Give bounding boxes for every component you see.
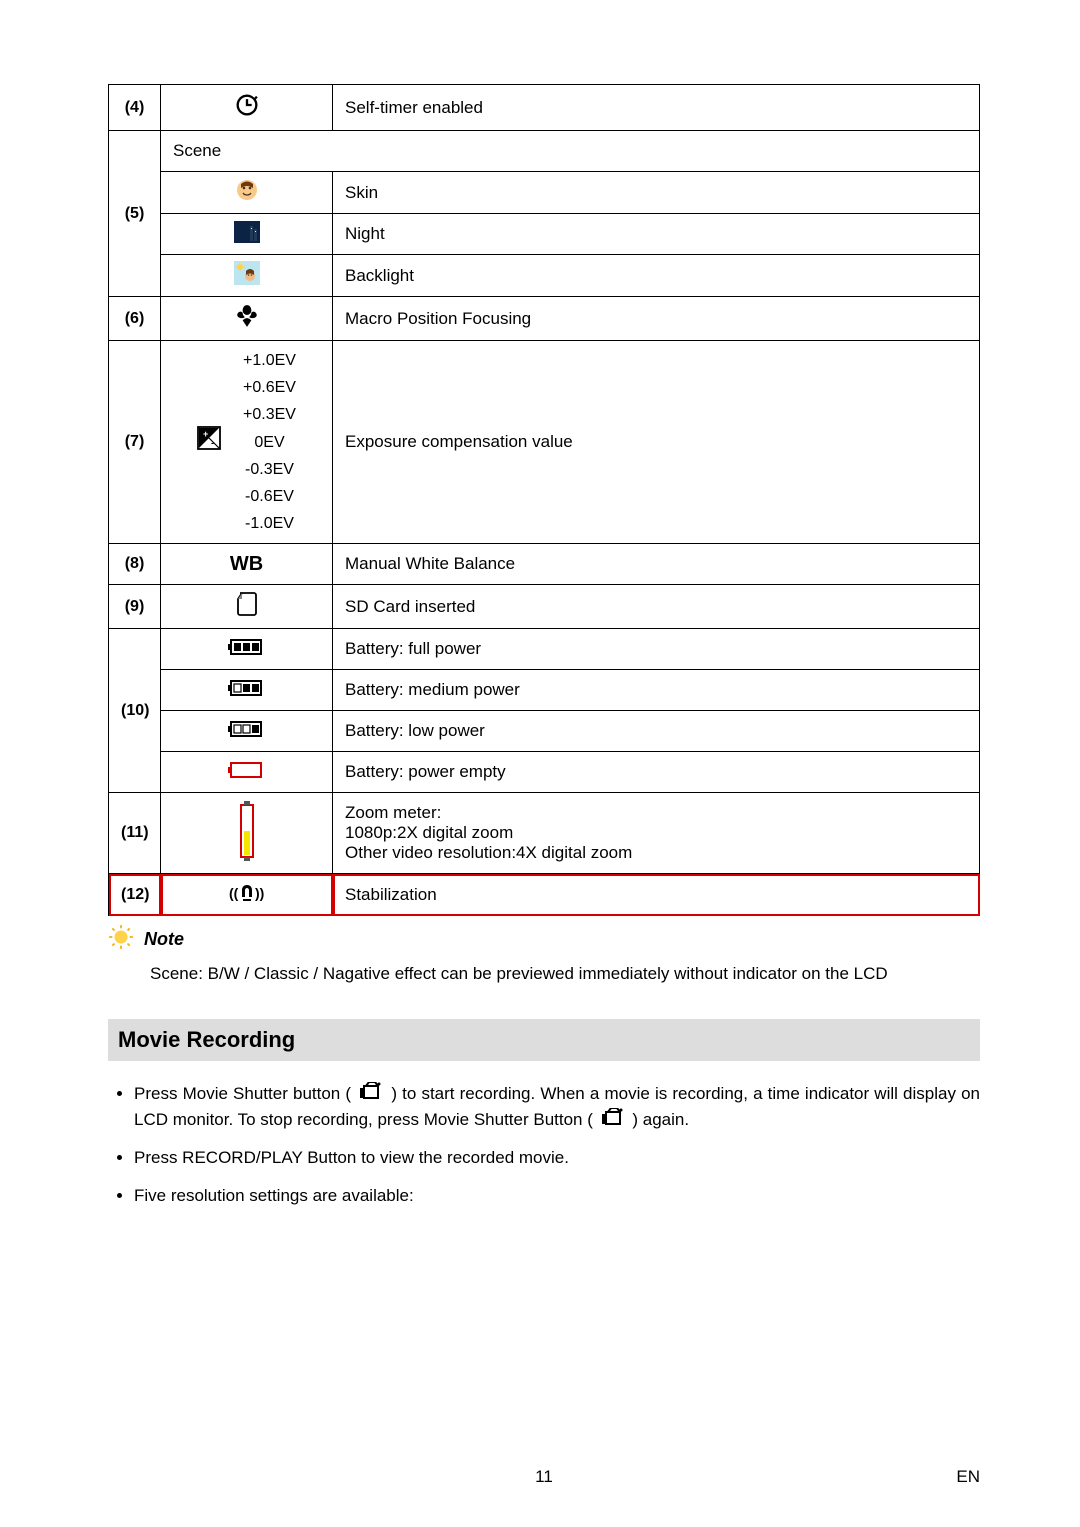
row-desc: Self-timer enabled: [333, 85, 980, 131]
row-desc: SD Card inserted: [333, 585, 980, 629]
table-row: (10) Battery: full power: [109, 629, 980, 670]
list-item: Press RECORD/PLAY Button to view the rec…: [134, 1145, 980, 1171]
row-number: (12): [109, 874, 161, 916]
list-item: Five resolution settings are available:: [134, 1183, 980, 1209]
note-block: Note Scene: B/W / Classic / Nagative eff…: [108, 924, 980, 987]
movie-shutter-icon: [602, 1108, 624, 1134]
svg-text:+: +: [203, 429, 208, 439]
note-title: Note: [144, 929, 184, 950]
table-row: Night: [109, 214, 980, 255]
note-title-row: Note: [108, 924, 980, 955]
row-desc: Backlight: [333, 255, 980, 297]
ev-val: +0.6EV: [243, 374, 296, 401]
table-row: (7) +- +1.0EV +0.6EV +0.3EV 0EV -0.3EV -…: [109, 341, 980, 544]
row-number: (6): [109, 297, 161, 341]
skin-icon: [161, 172, 333, 214]
row-desc: Battery: power empty: [333, 752, 980, 793]
exposure-icon-cell: +- +1.0EV +0.6EV +0.3EV 0EV -0.3EV -0.6E…: [161, 341, 333, 544]
manual-page: (4) Self-timer enabled (5) Scene Skin Ni…: [0, 0, 1080, 1527]
ev-val: -0.6EV: [245, 483, 294, 510]
table-row: Battery: power empty: [109, 752, 980, 793]
battery-medium-icon: [161, 670, 333, 711]
ev-val: -0.3EV: [245, 456, 294, 483]
row-desc: Manual White Balance: [333, 544, 980, 585]
list-item: Press Movie Shutter button ( ) to start …: [134, 1081, 980, 1134]
svg-text:-: -: [211, 438, 214, 448]
macro-icon: [161, 297, 333, 341]
row-desc: Macro Position Focusing: [333, 297, 980, 341]
ev-val: +0.3EV: [243, 401, 296, 428]
row-number: (11): [109, 793, 161, 874]
row-number: (8): [109, 544, 161, 585]
row-desc: Night: [333, 214, 980, 255]
section-heading: Movie Recording: [108, 1019, 980, 1061]
page-number: 11: [108, 1467, 980, 1487]
table-row: (5) Scene: [109, 131, 980, 172]
table-row: (11) Zoom meter: 1080p:2X digital zoom O…: [109, 793, 980, 874]
lightbulb-icon: [108, 924, 134, 955]
movie-shutter-icon: [360, 1082, 382, 1108]
svg-text:((: ((: [229, 885, 239, 901]
text: ) again.: [632, 1110, 689, 1129]
battery-full-icon: [161, 629, 333, 670]
instruction-list: Press Movie Shutter button ( ) to start …: [114, 1081, 980, 1209]
page-footer: 11 EN: [108, 1467, 980, 1487]
row-desc: Battery: full power: [333, 629, 980, 670]
row-desc: Exposure compensation value: [333, 341, 980, 544]
table-row: Backlight: [109, 255, 980, 297]
table-row: Skin: [109, 172, 980, 214]
zoom-meter-icon: [161, 793, 333, 874]
row-desc: Zoom meter: 1080p:2X digital zoom Other …: [333, 793, 980, 874]
row-desc: Battery: medium power: [333, 670, 980, 711]
ev-val: -1.0EV: [245, 510, 294, 537]
night-icon: [161, 214, 333, 255]
table-row: (12) (()) Stabilization: [109, 874, 980, 916]
scene-header: Scene: [161, 131, 980, 172]
battery-empty-icon: [161, 752, 333, 793]
battery-low-icon: [161, 711, 333, 752]
wb-icon: WB: [161, 544, 333, 585]
table-row: Battery: medium power: [109, 670, 980, 711]
table-row: (6) Macro Position Focusing: [109, 297, 980, 341]
self-timer-icon: [161, 85, 333, 131]
table-row: (8) WB Manual White Balance: [109, 544, 980, 585]
table-row: (4) Self-timer enabled: [109, 85, 980, 131]
language-label: EN: [956, 1467, 980, 1487]
table-row: (9) SD Card inserted: [109, 585, 980, 629]
ev-val: +1.0EV: [243, 347, 296, 374]
note-body: Scene: B/W / Classic / Nagative effect c…: [150, 961, 980, 987]
row-number: (9): [109, 585, 161, 629]
row-desc: Stabilization: [333, 874, 980, 916]
ev-icon: +-: [197, 426, 221, 459]
indicator-table: (4) Self-timer enabled (5) Scene Skin Ni…: [108, 84, 980, 916]
stabilization-icon: (()): [161, 874, 333, 916]
ev-values: +1.0EV +0.6EV +0.3EV 0EV -0.3EV -0.6EV -…: [243, 347, 296, 537]
row-number: (10): [109, 629, 161, 793]
row-desc: Skin: [333, 172, 980, 214]
sd-card-icon: [161, 585, 333, 629]
backlight-icon: [161, 255, 333, 297]
row-desc: Battery: low power: [333, 711, 980, 752]
row-number: (5): [109, 131, 161, 297]
table-row: Battery: low power: [109, 711, 980, 752]
text: Press Movie Shutter button (: [134, 1084, 351, 1103]
ev-val: 0EV: [254, 429, 284, 456]
row-number: (4): [109, 85, 161, 131]
row-number: (7): [109, 341, 161, 544]
svg-text:)): )): [255, 885, 264, 901]
